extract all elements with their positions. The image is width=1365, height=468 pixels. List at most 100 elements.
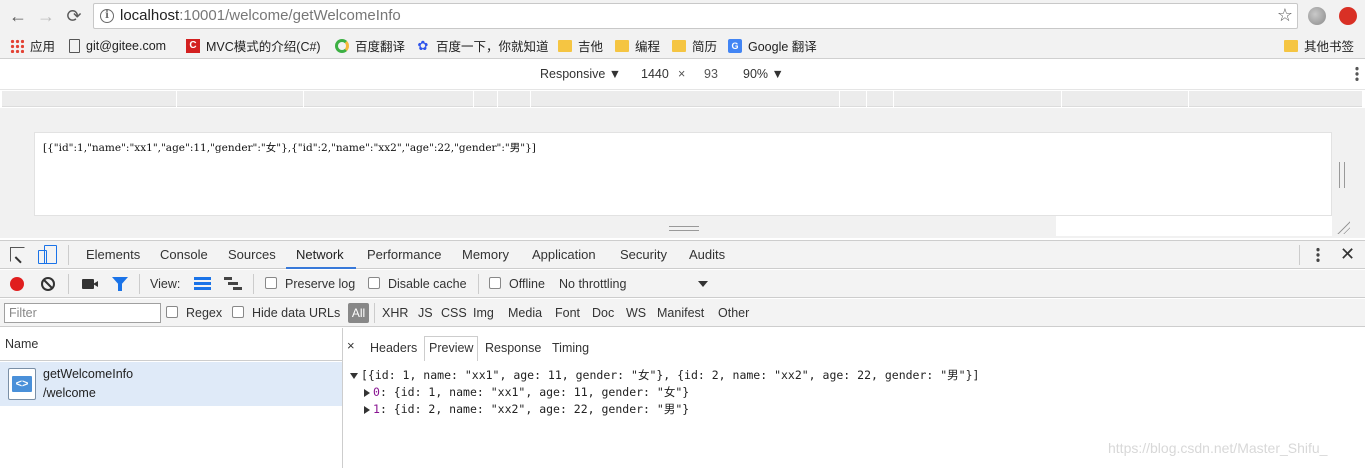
bookmark-label: 吉他 <box>578 40 604 54</box>
bookmark-baidu-translate[interactable]: 百度翻译 <box>335 37 405 54</box>
url-text[interactable]: localhost:10001/welcome/getWelcomeInfo <box>120 7 401 24</box>
bookmark-label: 应用 <box>30 40 56 54</box>
bookmark-label: 百度翻译 <box>355 40 406 54</box>
request-path: /welcome <box>43 386 96 400</box>
bookmark-folder-coding[interactable]: 编程 <box>615 37 660 54</box>
expand-triangle-icon[interactable] <box>364 388 370 397</box>
viewport-width-input[interactable]: 1440 <box>641 67 669 81</box>
preview-item-row[interactable]: 1: {id: 2, name: "xx2", age: 22, gender:… <box>344 401 979 418</box>
tab-sources[interactable]: Sources <box>228 247 276 262</box>
bookmark-other[interactable]: 其他书签 <box>1284 37 1354 54</box>
json-response-text: [{"id":1,"name":"xx1","age":11,"gender":… <box>43 142 536 154</box>
type-filter-all[interactable]: All <box>348 303 369 323</box>
watermark-text: https://blog.csdn.net/Master_Shifu_ <box>1108 440 1328 456</box>
info-icon[interactable]: i <box>100 9 114 23</box>
tab-timing[interactable]: Timing <box>552 341 589 355</box>
device-more-icon[interactable] <box>1355 66 1359 82</box>
extension-icon[interactable] <box>1308 7 1326 25</box>
offline-label[interactable]: Offline <box>509 277 545 291</box>
forward-button[interactable]: → <box>34 4 58 28</box>
type-filter-doc[interactable]: Doc <box>592 306 614 320</box>
tab-response[interactable]: Response <box>485 341 541 355</box>
expand-triangle-icon[interactable] <box>364 405 370 414</box>
tab-network[interactable]: Network <box>296 247 344 262</box>
throttling-select[interactable]: No throttling <box>559 277 626 291</box>
preserve-log-checkbox[interactable] <box>265 277 277 289</box>
resize-handle-corner[interactable] <box>1336 220 1350 234</box>
type-filter-ws[interactable]: WS <box>626 306 646 320</box>
tab-preview[interactable]: Preview <box>429 341 473 355</box>
collapse-triangle-icon[interactable] <box>350 372 358 379</box>
overview-icon[interactable] <box>224 277 242 290</box>
filter-icon[interactable] <box>112 277 128 291</box>
type-filter-img[interactable]: Img <box>473 306 494 320</box>
tab-elements[interactable]: Elements <box>86 247 140 262</box>
bookmark-gitee[interactable]: git@gitee.com <box>69 37 166 54</box>
address-bar[interactable]: i localhost:10001/welcome/getWelcomeInfo… <box>93 3 1298 29</box>
request-name: getWelcomeInfo <box>43 367 134 381</box>
offline-checkbox[interactable] <box>489 277 501 289</box>
large-rows-icon[interactable] <box>194 277 211 290</box>
tab-audits[interactable]: Audits <box>689 247 725 262</box>
type-filter-other[interactable]: Other <box>718 306 749 320</box>
update-icon[interactable] <box>1339 7 1357 25</box>
throttling-dropdown-icon[interactable] <box>698 281 708 287</box>
bookmark-folder-resume[interactable]: 简历 <box>672 37 717 54</box>
url-path: :10001/welcome/getWelcomeInfo <box>179 7 401 24</box>
tab-headers[interactable]: Headers <box>370 341 417 355</box>
device-mode-select[interactable]: Responsive ▼ <box>540 67 621 81</box>
filter-input[interactable] <box>4 303 161 323</box>
regex-label[interactable]: Regex <box>186 306 222 320</box>
toggle-device-icon[interactable] <box>38 245 57 264</box>
bookmark-star-icon[interactable]: ☆ <box>1277 5 1293 26</box>
back-button[interactable]: ← <box>6 4 30 28</box>
tab-security[interactable]: Security <box>620 247 667 262</box>
url-host: localhost <box>120 7 180 24</box>
tab-memory[interactable]: Memory <box>462 247 509 262</box>
inspect-element-icon[interactable] <box>10 247 25 262</box>
devtools-close-button[interactable]: ✕ <box>1340 244 1355 265</box>
page-icon <box>69 38 80 53</box>
page-overflow <box>1056 216 1332 236</box>
tab-performance[interactable]: Performance <box>367 247 441 262</box>
tab-application[interactable]: Application <box>532 247 596 262</box>
close-detail-icon[interactable]: × <box>347 338 355 353</box>
hide-data-urls-checkbox[interactable] <box>232 306 244 318</box>
type-filter-css[interactable]: CSS <box>441 306 467 320</box>
capture-screenshots-icon[interactable] <box>82 279 94 289</box>
bookmark-folder-guitar[interactable]: 吉他 <box>558 37 603 54</box>
preview-root-row[interactable]: [{id: 1, name: "xx1", age: 11, gender: "… <box>344 367 979 384</box>
request-row[interactable]: <> getWelcomeInfo /welcome <box>0 362 342 406</box>
preview-item-row[interactable]: 0: {id: 1, name: "xx1", age: 11, gender:… <box>344 384 979 401</box>
bookmark-label: git@gitee.com <box>86 38 167 53</box>
type-filter-font[interactable]: Font <box>555 306 580 320</box>
bookmark-apps[interactable]: 应用 <box>10 37 55 54</box>
separator <box>374 303 375 323</box>
disable-cache-label[interactable]: Disable cache <box>388 277 467 291</box>
browser-toolbar: ← → ⟳ i localhost:10001/welcome/getWelco… <box>0 0 1365 32</box>
type-filter-xhr[interactable]: XHR <box>382 306 408 320</box>
preserve-log-label[interactable]: Preserve log <box>285 277 355 291</box>
tab-console[interactable]: Console <box>160 247 208 262</box>
bookmark-google-translate[interactable]: G Google 翻译 <box>728 37 817 54</box>
reload-button[interactable]: ⟳ <box>62 4 86 28</box>
bookmark-mvc[interactable]: C MVC模式的介绍(C#) <box>186 37 321 54</box>
disable-cache-checkbox[interactable] <box>368 277 380 289</box>
name-column-header[interactable]: Name <box>0 328 342 361</box>
regex-checkbox[interactable] <box>166 306 178 318</box>
resize-handle-bottom[interactable] <box>669 226 699 231</box>
devtools-menu-icon[interactable] <box>1316 247 1320 263</box>
type-filter-manifest[interactable]: Manifest <box>657 306 704 320</box>
separator <box>1299 245 1300 265</box>
resize-handle-right[interactable] <box>1339 162 1345 188</box>
clear-icon[interactable] <box>41 277 55 291</box>
hide-data-urls-label[interactable]: Hide data URLs <box>252 306 340 320</box>
media-query-ruler[interactable] <box>2 91 1362 107</box>
type-filter-media[interactable]: Media <box>508 306 542 320</box>
bookmark-baidu[interactable]: ✿ 百度一下，你就知道 <box>416 37 549 54</box>
type-filter-js[interactable]: JS <box>418 306 433 320</box>
folder-icon <box>672 39 686 52</box>
record-icon[interactable] <box>10 277 24 291</box>
zoom-select[interactable]: 90% ▼ <box>743 67 784 81</box>
viewport-height-input[interactable]: 93 <box>704 67 718 81</box>
